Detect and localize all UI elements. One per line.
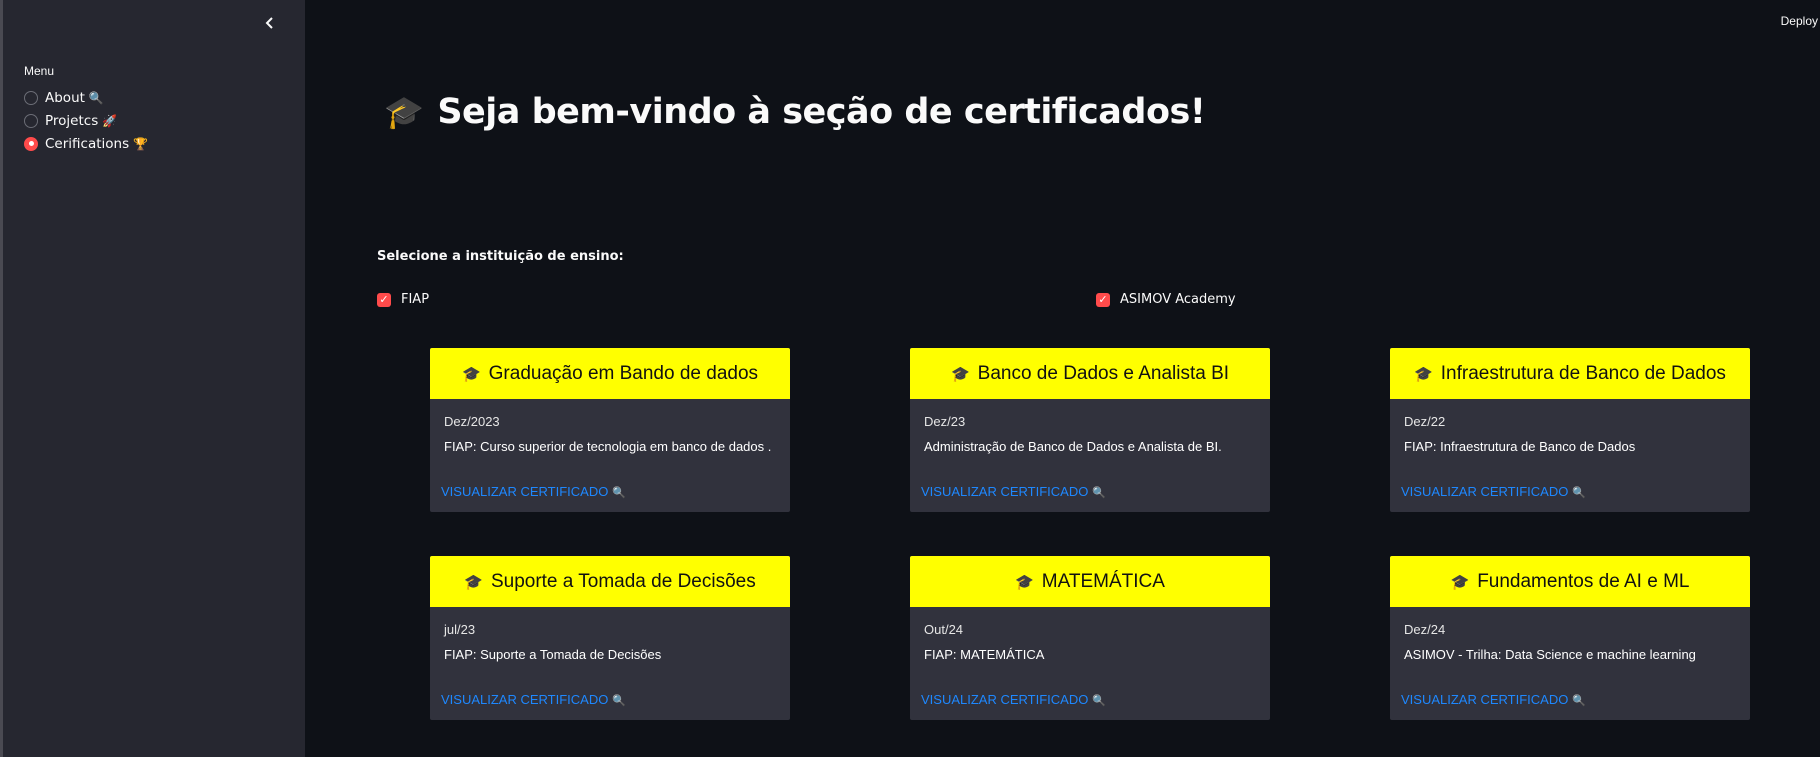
card-date: Dez/24	[1404, 622, 1446, 637]
link-label: VISUALIZAR CERTIFICADO	[921, 484, 1089, 499]
card-description: Administração de Banco de Dados e Analis…	[924, 439, 1222, 454]
card-title: Graduação em Bando de dados	[488, 362, 759, 384]
checkbox-check-icon[interactable]: ✓	[1096, 292, 1110, 307]
link-label: VISUALIZAR CERTIFICADO	[441, 692, 609, 707]
magnifier-icon: 🔍	[88, 90, 104, 105]
card-description: FIAP: MATEMÁTICA	[924, 647, 1045, 662]
menu-item-label: Projetcs	[45, 112, 99, 129]
checkbox-asimov[interactable]: ✓ ASIMOV Academy	[1096, 292, 1236, 307]
magnifier-icon: 🔍	[612, 695, 627, 707]
graduation-cap-icon: 🎓	[461, 365, 481, 383]
institution-label: Selecione a instituição de ensino:	[377, 249, 624, 264]
graduation-cap-icon: 🎓	[950, 365, 970, 383]
menu-radio-group: About 🔍 Projetcs 🚀 Cerifications 🏆	[24, 86, 148, 155]
view-certificate-link[interactable]: VISUALIZAR CERTIFICADO 🔍	[441, 692, 626, 707]
link-label: VISUALIZAR CERTIFICADO	[1401, 484, 1569, 499]
card-title: Infraestrutura de Banco de Dados	[1440, 362, 1726, 384]
page-title-text: Seja bem-vindo à seção de certificados!	[437, 92, 1206, 132]
card-header: 🎓 Banco de Dados e Analista BI	[910, 348, 1270, 399]
view-certificate-link[interactable]: VISUALIZAR CERTIFICADO 🔍	[1401, 692, 1586, 707]
card-description: FIAP: Suporte a Tomada de Decisões	[444, 647, 662, 662]
checkbox-label: FIAP	[401, 292, 430, 307]
certificate-card: 🎓 Suporte a Tomada de Decisões jul/23 FI…	[430, 556, 790, 720]
rocket-icon: 🚀	[102, 113, 118, 128]
card-date: jul/23	[444, 622, 476, 637]
menu-item-about[interactable]: About 🔍	[24, 86, 148, 109]
magnifier-icon: 🔍	[1092, 695, 1107, 707]
radio-certifications[interactable]	[24, 136, 38, 151]
card-title: Banco de Dados e Analista BI	[977, 362, 1230, 384]
certificate-card: 🎓 Graduação em Bando de dados Dez/2023 F…	[430, 348, 790, 512]
certificate-card: 🎓 Fundamentos de AI e ML Dez/24 ASIMOV -…	[1390, 556, 1750, 720]
menu-title: Menu	[24, 64, 55, 78]
card-title: Suporte a Tomada de Decisões	[490, 570, 756, 592]
card-title: MATEMÁTICA	[1041, 570, 1165, 592]
card-header: 🎓 Graduação em Bando de dados	[430, 348, 790, 399]
page-title: 🎓 Seja bem-vindo à seção de certificados…	[384, 92, 1206, 132]
card-header: 🎓 MATEMÁTICA	[910, 556, 1270, 607]
checkbox-check-icon[interactable]: ✓	[377, 292, 391, 307]
sidebar: Menu About 🔍 Projetcs 🚀 Cerifications 🏆	[3, 0, 305, 757]
graduation-cap-icon: 🎓	[1450, 573, 1470, 591]
radio-projects[interactable]	[24, 113, 38, 128]
chevron-left-icon[interactable]	[257, 10, 283, 36]
certificate-card: 🎓 Infraestrutura de Banco de Dados Dez/2…	[1390, 348, 1750, 512]
checkbox-label: ASIMOV Academy	[1120, 292, 1236, 307]
menu-item-certifications[interactable]: Cerifications 🏆	[24, 132, 148, 155]
link-label: VISUALIZAR CERTIFICADO	[1401, 692, 1569, 707]
view-certificate-link[interactable]: VISUALIZAR CERTIFICADO 🔍	[921, 484, 1106, 499]
menu-item-label: About	[45, 89, 85, 106]
deploy-button[interactable]: Deploy	[1781, 14, 1820, 28]
card-header: 🎓 Infraestrutura de Banco de Dados	[1390, 348, 1750, 399]
graduation-cap-icon: 🎓	[1414, 365, 1433, 383]
magnifier-icon: 🔍	[612, 487, 627, 499]
card-header: 🎓 Suporte a Tomada de Decisões	[430, 556, 790, 607]
magnifier-icon: 🔍	[1092, 487, 1107, 499]
card-date: Dez/23	[924, 414, 966, 429]
trophy-icon: 🏆	[133, 136, 149, 151]
checkbox-fiap[interactable]: ✓ FIAP	[377, 292, 429, 307]
card-description: FIAP: Infraestrutura de Banco de Dados	[1404, 439, 1636, 454]
magnifier-icon: 🔍	[1572, 695, 1587, 707]
card-header: 🎓 Fundamentos de AI e ML	[1390, 556, 1750, 607]
card-description: FIAP: Curso superior de tecnologia em ba…	[444, 439, 772, 454]
card-date: Dez/22	[1404, 414, 1446, 429]
magnifier-icon: 🔍	[1572, 487, 1587, 499]
link-label: VISUALIZAR CERTIFICADO	[441, 484, 609, 499]
graduation-cap-icon: 🎓	[1015, 573, 1034, 591]
view-certificate-link[interactable]: VISUALIZAR CERTIFICADO 🔍	[1401, 484, 1586, 499]
view-certificate-link[interactable]: VISUALIZAR CERTIFICADO 🔍	[921, 692, 1106, 707]
link-label: VISUALIZAR CERTIFICADO	[921, 692, 1089, 707]
certificate-card: 🎓 MATEMÁTICA Out/24 FIAP: MATEMÁTICA VIS…	[910, 556, 1270, 720]
graduation-cap-icon: 🎓	[464, 573, 483, 591]
certificate-card: 🎓 Banco de Dados e Analista BI Dez/23 Ad…	[910, 348, 1270, 512]
graduation-cap-icon: 🎓	[384, 93, 424, 131]
view-certificate-link[interactable]: VISUALIZAR CERTIFICADO 🔍	[441, 484, 626, 499]
radio-about[interactable]	[24, 90, 38, 105]
card-date: Dez/2023	[444, 414, 500, 429]
menu-item-label: Cerifications	[45, 135, 130, 152]
card-title: Fundamentos de AI e ML	[1477, 570, 1690, 592]
card-description: ASIMOV - Trilha: Data Science e machine …	[1404, 647, 1696, 662]
card-date: Out/24	[924, 622, 964, 637]
menu-item-projects[interactable]: Projetcs 🚀	[24, 109, 148, 132]
